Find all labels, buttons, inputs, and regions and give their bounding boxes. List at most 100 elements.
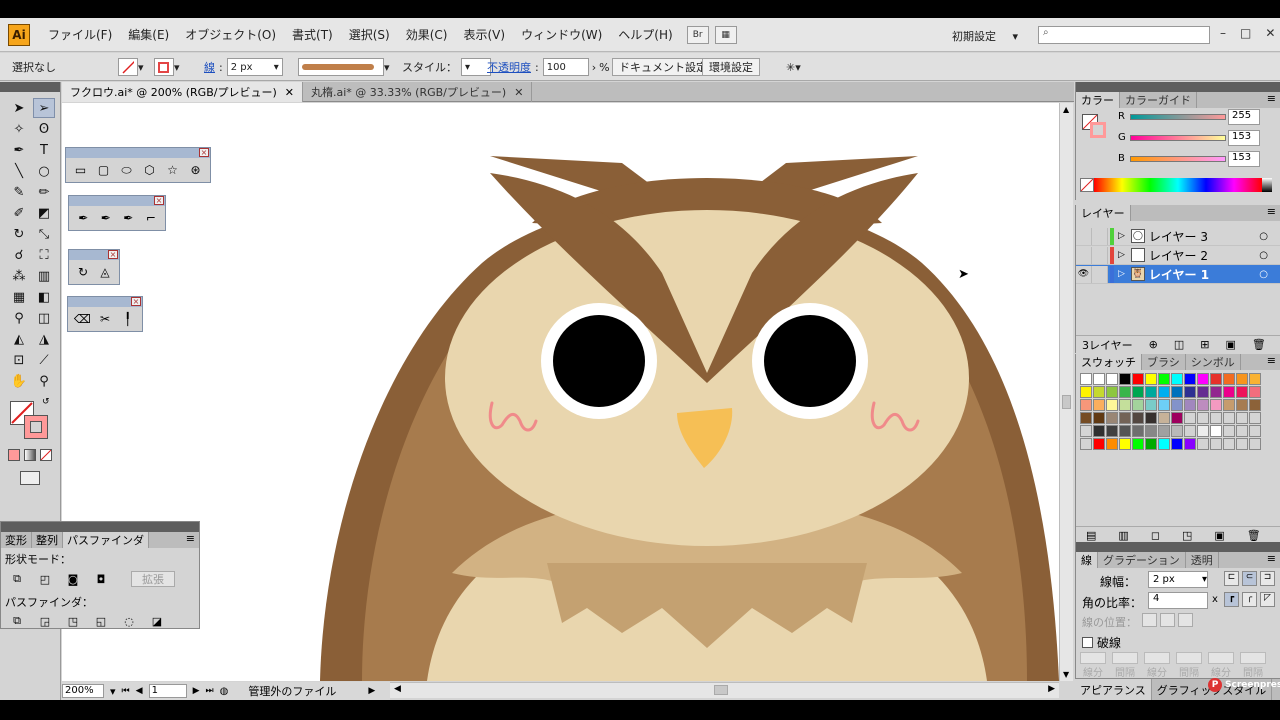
minus-back-icon[interactable]: ◪ bbox=[149, 614, 165, 628]
status-menu-icon[interactable]: ▶ bbox=[368, 686, 375, 696]
color-swatch[interactable] bbox=[1223, 386, 1235, 398]
miter-limit-field[interactable]: 4 bbox=[1148, 592, 1208, 609]
gap-field[interactable] bbox=[1176, 652, 1202, 664]
document-status-text[interactable]: 管理外のファイル bbox=[248, 683, 336, 699]
red-slider[interactable] bbox=[1130, 114, 1226, 120]
layer-name[interactable]: レイヤー 3 bbox=[1149, 228, 1208, 245]
color-swatch[interactable] bbox=[1197, 386, 1209, 398]
brush-definition-dropdown[interactable] bbox=[298, 58, 384, 76]
direct-selection-tool-icon[interactable]: ➢ bbox=[33, 98, 55, 118]
eye-icon[interactable]: 👁 bbox=[1076, 265, 1092, 283]
opacity-label[interactable]: 不透明度 bbox=[487, 59, 531, 75]
color-swatch[interactable] bbox=[1171, 399, 1183, 411]
trash-icon[interactable]: 🗑 bbox=[1247, 529, 1261, 542]
close-icon[interactable]: × bbox=[131, 297, 141, 306]
swatch-grid[interactable] bbox=[1076, 370, 1280, 453]
outline-icon[interactable]: ◌ bbox=[121, 614, 137, 628]
menu-window[interactable]: ウィンドウ(W) bbox=[513, 26, 610, 43]
panel-grip[interactable] bbox=[1076, 542, 1280, 552]
color-swatch[interactable] bbox=[1171, 438, 1183, 450]
color-swatch[interactable] bbox=[1249, 438, 1261, 450]
lock-toggle[interactable] bbox=[1092, 227, 1108, 245]
layer-row[interactable]: ▷ ◯ レイヤー 3 ○ bbox=[1076, 227, 1280, 246]
color-swatch[interactable] bbox=[1249, 425, 1261, 437]
color-swatch[interactable] bbox=[1158, 438, 1170, 450]
color-swatch[interactable] bbox=[1158, 425, 1170, 437]
color-swatch[interactable] bbox=[1119, 412, 1131, 424]
color-swatch[interactable] bbox=[1158, 373, 1170, 385]
show-kinds-icon[interactable]: ▥ bbox=[1118, 529, 1128, 542]
color-swatch[interactable] bbox=[1145, 399, 1157, 411]
align-inside-icon[interactable] bbox=[1160, 613, 1175, 627]
panel-menu-icon[interactable]: ≡ bbox=[1267, 354, 1280, 370]
panel-grip[interactable] bbox=[1, 522, 199, 532]
graph-tool-icon[interactable]: ▥ bbox=[33, 266, 55, 286]
add-anchor-icon[interactable]: ✒ bbox=[96, 209, 117, 227]
butt-cap-icon[interactable]: ⊏ bbox=[1224, 571, 1239, 586]
color-swatch[interactable] bbox=[1184, 373, 1196, 385]
visibility-toggle[interactable] bbox=[1076, 227, 1092, 245]
eraser-icon[interactable]: ◩ bbox=[33, 203, 55, 223]
type-tool-icon[interactable]: T bbox=[33, 140, 55, 160]
ellipse-tool-icon[interactable]: ⬭ bbox=[116, 161, 137, 179]
rotate-tool-icon[interactable]: ↻ bbox=[8, 224, 30, 244]
color-swatch[interactable] bbox=[1119, 399, 1131, 411]
projecting-cap-icon[interactable]: ⊐ bbox=[1260, 571, 1275, 586]
clipping-mask-icon[interactable]: ◫ bbox=[1174, 338, 1184, 351]
selection-tool-icon[interactable]: ➤ bbox=[8, 98, 30, 118]
align-outside-icon[interactable] bbox=[1178, 613, 1193, 627]
color-swatch[interactable] bbox=[1210, 373, 1222, 385]
dash-field[interactable] bbox=[1144, 652, 1170, 664]
color-swatch[interactable] bbox=[1119, 438, 1131, 450]
magic-wand-icon[interactable]: ✧ bbox=[8, 119, 30, 139]
color-swatch[interactable] bbox=[1223, 373, 1235, 385]
expand-arrow-icon[interactable]: ▷ bbox=[1118, 269, 1125, 279]
trim-icon[interactable]: ◲ bbox=[37, 614, 53, 628]
blue-slider[interactable] bbox=[1130, 156, 1226, 162]
color-swatch[interactable] bbox=[1119, 386, 1131, 398]
menu-type[interactable]: 書式(T) bbox=[284, 26, 341, 43]
color-swatch[interactable] bbox=[1080, 438, 1092, 450]
merge-icon[interactable]: ◳ bbox=[65, 614, 81, 628]
locate-object-icon[interactable]: ⊕ bbox=[1149, 338, 1158, 351]
close-window-button[interactable]: ✕ bbox=[1265, 26, 1275, 40]
color-swatch[interactable] bbox=[1171, 412, 1183, 424]
menu-edit[interactable]: 編集(E) bbox=[120, 26, 177, 43]
color-swatch[interactable] bbox=[1236, 386, 1248, 398]
menu-view[interactable]: 表示(V) bbox=[455, 26, 513, 43]
color-swatch[interactable] bbox=[1106, 425, 1118, 437]
trash-icon[interactable]: 🗑 bbox=[1252, 338, 1266, 351]
tab-layers[interactable]: レイヤー bbox=[1076, 205, 1131, 221]
gradient-mode-icon[interactable] bbox=[24, 449, 36, 461]
first-artboard-icon[interactable]: ⏮ bbox=[122, 686, 130, 696]
zoom-tool-icon[interactable]: ⚲ bbox=[33, 371, 55, 391]
knife-icon[interactable]: ╿ bbox=[117, 310, 138, 328]
panel-menu-icon[interactable]: ≡ bbox=[1267, 552, 1280, 568]
tab-gradient[interactable]: グラデーション bbox=[1098, 552, 1186, 568]
layer-name[interactable]: レイヤー 1 bbox=[1149, 266, 1209, 283]
new-swatch-icon[interactable]: ▣ bbox=[1214, 529, 1224, 542]
color-swatch[interactable] bbox=[1236, 412, 1248, 424]
new-sublayer-icon[interactable]: ⊞ bbox=[1200, 338, 1209, 351]
pencil-icon[interactable]: ✏ bbox=[33, 182, 55, 202]
target-icon[interactable]: ○ bbox=[1259, 269, 1268, 280]
ellipse-tool-icon[interactable]: ○ bbox=[33, 161, 55, 181]
visibility-toggle[interactable] bbox=[1076, 246, 1092, 264]
zoom-field[interactable]: 200% bbox=[62, 684, 104, 698]
color-swatch[interactable] bbox=[1184, 425, 1196, 437]
tab-swatches[interactable]: スウォッチ bbox=[1076, 354, 1142, 370]
color-swatch[interactable] bbox=[1210, 412, 1222, 424]
color-swatch[interactable] bbox=[1249, 412, 1261, 424]
color-swatch[interactable] bbox=[1145, 373, 1157, 385]
stroke-weight-field[interactable]: 2 px ▾ bbox=[226, 58, 283, 76]
paintbrush-icon[interactable]: ✎ bbox=[8, 182, 30, 202]
last-artboard-icon[interactable]: ⏭ bbox=[205, 686, 213, 696]
tab-stroke[interactable]: 線 bbox=[1076, 552, 1098, 568]
panel-menu-icon[interactable]: ≡ bbox=[1267, 205, 1280, 221]
color-swatch[interactable] bbox=[1158, 386, 1170, 398]
color-swatch[interactable] bbox=[1197, 438, 1209, 450]
stroke-label[interactable]: 線 bbox=[204, 59, 215, 75]
isolate-icon[interactable]: ✳▾ bbox=[786, 58, 801, 76]
lock-toggle[interactable] bbox=[1092, 265, 1108, 283]
gap-field[interactable] bbox=[1240, 652, 1266, 664]
